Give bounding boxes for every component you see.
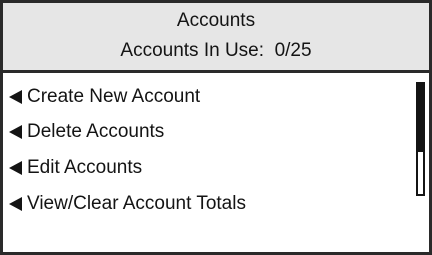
left-arrow-icon xyxy=(9,197,22,211)
menu-item-view-clear-account-totals[interactable]: View/Clear Account Totals xyxy=(9,189,246,219)
accounts-in-use-status: Accounts In Use: 0/25 xyxy=(120,40,312,61)
menu-item-label: View/Clear Account Totals xyxy=(27,193,246,214)
menu-item-create-new-account[interactable]: Create New Account xyxy=(9,82,200,112)
menu-item-label: Create New Account xyxy=(27,86,201,107)
scrollbar-thumb[interactable] xyxy=(418,84,423,152)
left-arrow-icon xyxy=(9,161,22,175)
left-arrow-icon xyxy=(9,90,22,104)
left-arrow-icon xyxy=(9,125,22,139)
menu-list: Create New Account Delete Accounts Edit … xyxy=(3,73,429,255)
menu-item-delete-accounts[interactable]: Delete Accounts xyxy=(9,117,164,147)
header-bar: Accounts Accounts In Use: 0/25 xyxy=(3,3,429,73)
screen-title: Accounts xyxy=(176,10,256,31)
menu-item-label: Delete Accounts xyxy=(27,121,165,142)
menu-item-edit-accounts[interactable]: Edit Accounts xyxy=(9,153,142,183)
accounts-screen: Accounts Accounts In Use: 0/25 Create Ne… xyxy=(0,0,432,255)
menu-item-label: Edit Accounts xyxy=(27,157,143,178)
scrollbar[interactable] xyxy=(416,82,425,196)
